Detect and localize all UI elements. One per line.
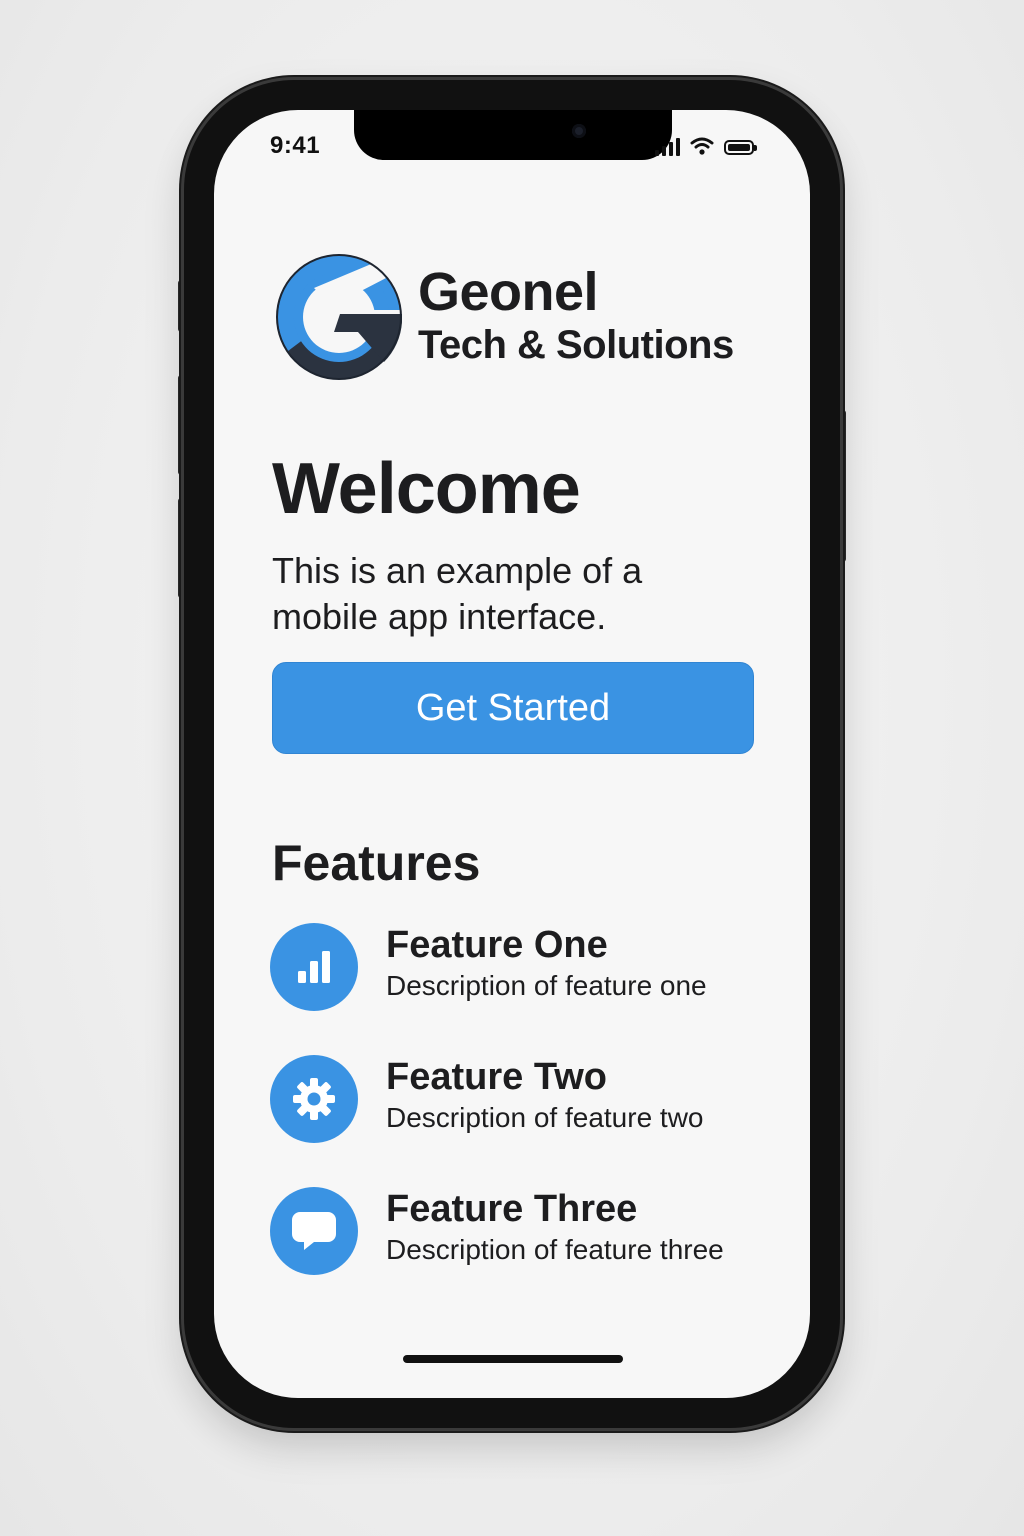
background: 9:41 Geonel Tech & Solutions Welcome Thi… <box>0 0 1024 1536</box>
wifi-icon <box>690 137 714 155</box>
feature-title: Feature One <box>386 924 608 966</box>
app-screen: 9:41 Geonel Tech & Solutions Welcome Thi… <box>214 110 810 1398</box>
feature-text: Feature Two Description of feature two <box>386 1054 704 1136</box>
feature-description: Description of feature one <box>386 970 707 1001</box>
feature-item-two[interactable]: Feature Two Description of feature two <box>270 1054 770 1144</box>
feature-description: Description of feature three <box>386 1234 724 1265</box>
features-heading: Features <box>272 835 481 891</box>
welcome-subtitle: This is an example of a mobile app inter… <box>272 550 643 637</box>
power-button <box>839 410 846 562</box>
home-indicator[interactable] <box>403 1355 623 1363</box>
welcome-title: Welcome <box>272 449 581 529</box>
feature-text: Feature One Description of feature one <box>386 922 707 1004</box>
gear-icon <box>270 1055 358 1143</box>
status-time: 9:41 <box>270 132 321 159</box>
feature-title: Feature Three <box>386 1188 638 1230</box>
notch <box>354 110 672 160</box>
front-camera <box>572 124 586 138</box>
feature-text: Feature Three Description of feature thr… <box>386 1186 724 1268</box>
feature-item-one[interactable]: Feature One Description of feature one <box>270 922 770 1012</box>
brand-tagline: Tech & Solutions <box>418 323 734 367</box>
chat-bubble-icon <box>270 1187 358 1275</box>
feature-title: Feature Two <box>386 1056 607 1098</box>
brand-name: Geonel <box>418 262 599 322</box>
bar-chart-icon <box>270 923 358 1011</box>
get-started-button[interactable]: Get Started <box>272 662 754 754</box>
phone-frame: 9:41 Geonel Tech & Solutions Welcome Thi… <box>184 80 840 1428</box>
status-icons <box>655 134 757 156</box>
brand-header: Geonel Tech & Solutions <box>274 252 734 382</box>
geonel-g-logo-icon <box>276 254 404 380</box>
cellular-signal-icon <box>655 138 680 156</box>
brand-text: Geonel Tech & Solutions <box>418 262 734 368</box>
feature-description: Description of feature two <box>386 1102 704 1133</box>
feature-item-three[interactable]: Feature Three Description of feature thr… <box>270 1186 770 1276</box>
battery-icon <box>724 140 757 155</box>
